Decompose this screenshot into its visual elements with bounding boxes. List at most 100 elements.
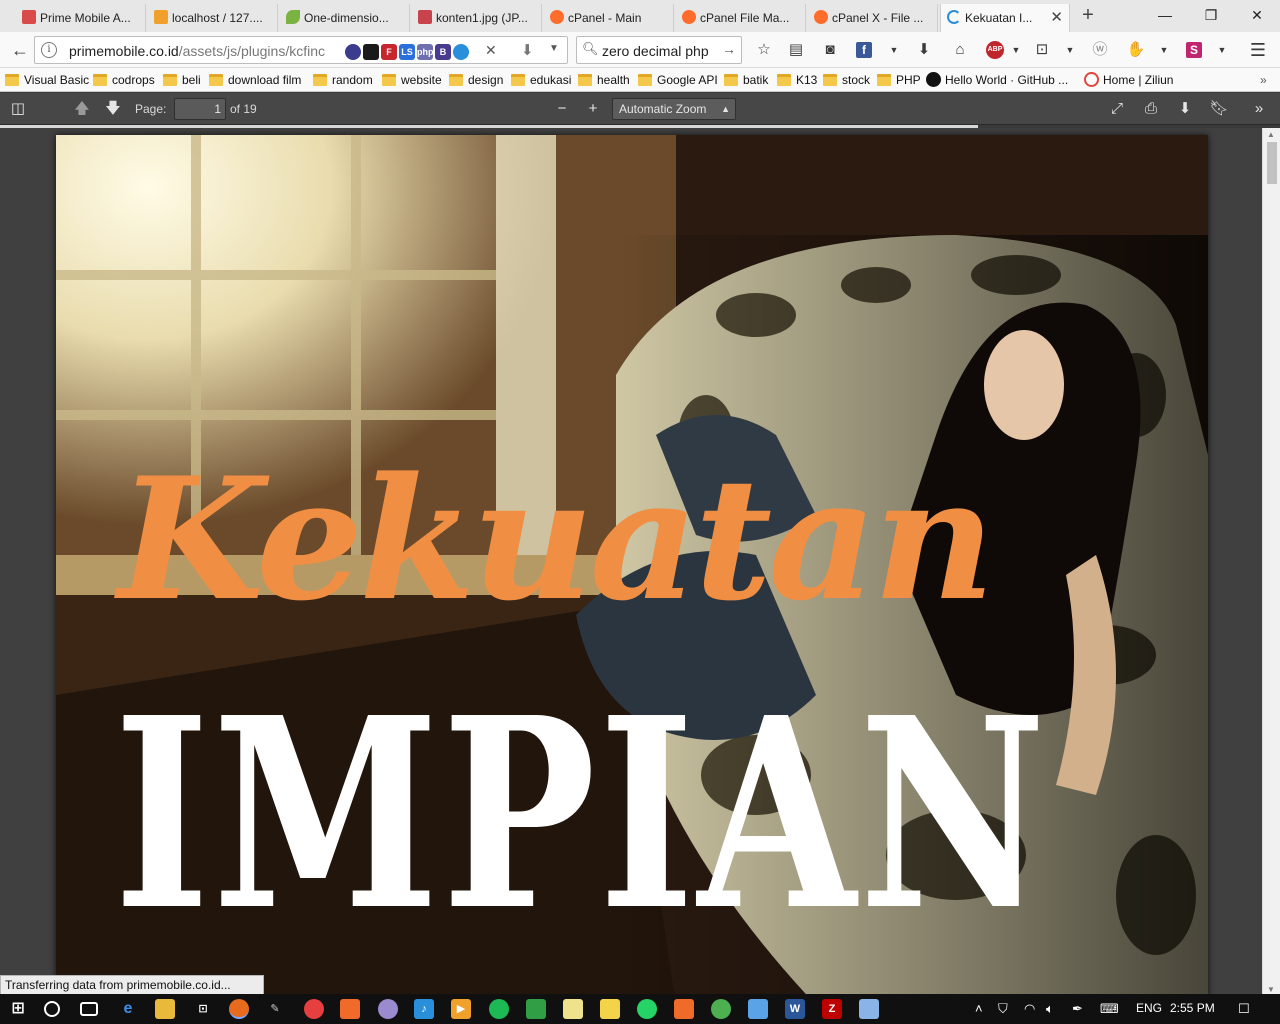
home-icon[interactable]: ⌂	[950, 40, 970, 60]
filezilla-icon[interactable]: Z	[822, 999, 842, 1019]
task-view-icon[interactable]	[80, 1002, 98, 1016]
volume-icon[interactable]: 🔈︎	[1046, 1001, 1054, 1017]
notepad-icon[interactable]	[563, 999, 583, 1019]
tab-localhost[interactable]: localhost / 127....	[148, 4, 278, 32]
print-icon[interactable]: ⎙	[1141, 99, 1161, 119]
bookmark-random[interactable]: random	[313, 72, 373, 88]
remote-desktop-icon[interactable]	[748, 999, 768, 1019]
bookmark-download-film[interactable]: download film	[209, 72, 301, 88]
hamburger-menu-icon[interactable]: ☰	[1248, 40, 1268, 60]
scroll-down-icon[interactable]: ▼	[1267, 985, 1275, 994]
firefox-icon[interactable]	[229, 999, 249, 1019]
search-bar[interactable]: 🔍︎ zero decimal php →	[576, 36, 742, 64]
purple-app-icon[interactable]	[378, 999, 398, 1019]
whatsapp-icon[interactable]	[637, 999, 657, 1019]
downloads-icon[interactable]: ⬇	[914, 40, 934, 60]
zoom-select[interactable]: Automatic Zoom ▲▼	[612, 98, 736, 134]
store-icon[interactable]: ⊡	[193, 999, 213, 1019]
adblock-dropdown-icon[interactable]: ▼	[1006, 40, 1026, 60]
xampp-icon[interactable]	[340, 999, 360, 1019]
close-window-button[interactable]: ✕	[1234, 2, 1280, 28]
clear-url-icon[interactable]: ✕	[485, 42, 497, 59]
defender-shield-icon[interactable]: ⛉	[998, 1001, 1008, 1017]
extension-bootstrap-icon[interactable]: B	[435, 44, 451, 60]
tray-expand-icon[interactable]: ˄	[975, 1001, 983, 1016]
facebook-icon[interactable]: f	[856, 42, 872, 58]
wifi-icon[interactable]: ◠	[1024, 1001, 1035, 1017]
bookmark-visual-basic[interactable]: Visual Basic	[5, 72, 89, 88]
crop-dropdown-icon[interactable]: ▼	[1060, 40, 1080, 60]
bookmark-design[interactable]: design	[449, 72, 503, 88]
url-dropdown-icon[interactable]: ▼	[549, 43, 559, 54]
music-app-icon[interactable]: ♪	[414, 999, 434, 1019]
bookmark-beli[interactable]: beli	[163, 72, 201, 88]
bookmark-health[interactable]: health	[578, 72, 630, 88]
reading-list-icon[interactable]: ▤	[786, 40, 806, 60]
s-extension-dropdown-icon[interactable]: ▼	[1212, 40, 1232, 60]
zoom-in-icon[interactable]: +	[583, 99, 603, 119]
url-bar[interactable]: i primemobile.co.id/assets/js/plugins/kc…	[34, 36, 568, 64]
close-tab-icon[interactable]: ✕	[1050, 8, 1063, 26]
media-player-icon[interactable]: ▶	[451, 999, 471, 1019]
extension-dropdown-icon[interactable]: ▼	[1154, 40, 1174, 60]
taskbar-clock[interactable]: 2:55 PM	[1170, 1001, 1215, 1015]
save-pdf-icon[interactable]: ⬇	[1175, 99, 1195, 119]
page-number-input[interactable]: 1	[174, 98, 226, 120]
wappalyzer-icon[interactable]: ⓦ	[1090, 40, 1110, 60]
new-tab-button[interactable]: +	[1078, 4, 1098, 28]
edge-icon[interactable]: e	[118, 999, 138, 1019]
bookmarks-overflow-icon[interactable]: »	[1260, 72, 1267, 88]
sidebar-toggle-icon[interactable]: ◫	[8, 99, 28, 119]
extension-globe-icon[interactable]	[345, 44, 361, 60]
previous-page-icon[interactable]: 🡅	[72, 99, 92, 119]
bookmark-batik[interactable]: batik	[724, 72, 768, 88]
scroll-up-icon[interactable]: ▲	[1267, 130, 1275, 139]
bookmark-website[interactable]: website	[382, 72, 442, 88]
screenshot-crop-icon[interactable]: ⊡	[1032, 40, 1052, 60]
presentation-mode-icon[interactable]: ⤢	[1107, 99, 1127, 119]
touch-keyboard-icon[interactable]: ⌨	[1100, 1001, 1119, 1017]
next-page-icon[interactable]: 🡇	[103, 99, 123, 119]
tab-cpanel-file-manager[interactable]: cPanel File Ma...	[676, 4, 806, 32]
back-arrow-icon[interactable]: ←	[10, 40, 30, 60]
search-input[interactable]: zero decimal php	[602, 43, 709, 59]
red-app-icon[interactable]	[304, 999, 324, 1019]
action-center-icon[interactable]: ☐	[1238, 1001, 1250, 1017]
tab-kekuatan-impian[interactable]: Kekuatan I... ✕	[940, 4, 1070, 32]
bookmark-codrops[interactable]: codrops	[93, 72, 155, 88]
restore-button[interactable]: ❐	[1188, 2, 1234, 28]
start-windows-icon[interactable]: ⊞	[8, 999, 28, 1019]
spotify-icon[interactable]	[489, 999, 509, 1019]
pen-workspace-icon[interactable]: ✒	[1072, 1001, 1083, 1017]
tab-cpanel-main[interactable]: cPanel - Main	[544, 4, 674, 32]
tab-cpanel-x-file[interactable]: cPanel X - File ...	[808, 4, 938, 32]
extension-moon-icon[interactable]	[453, 44, 469, 60]
bookmark-k13[interactable]: K13	[777, 72, 817, 88]
bookmark-hello-world-github[interactable]: Hello World · GitHub ...	[926, 72, 1068, 88]
chrome-icon[interactable]	[711, 999, 731, 1019]
extension-ls-icon[interactable]: LS	[399, 44, 415, 60]
tab-konten1-jpg[interactable]: konten1.jpg (JP...	[412, 4, 542, 32]
vertical-scrollbar[interactable]: ▲ ▼	[1262, 128, 1280, 996]
s-extension-icon[interactable]: S	[1186, 42, 1202, 58]
adblock-plus-icon[interactable]: ABP	[986, 41, 1004, 59]
bookmark-stock[interactable]: stock	[823, 72, 870, 88]
bookmark-google-api[interactable]: Google API	[638, 72, 718, 88]
language-indicator[interactable]: ENG	[1136, 1001, 1162, 1015]
word-icon[interactable]: W	[785, 999, 805, 1019]
extension-flag-icon[interactable]	[363, 44, 379, 60]
notes-app-icon[interactable]	[859, 999, 879, 1019]
search-go-arrow-icon[interactable]: →	[722, 41, 736, 57]
pen-tool-icon[interactable]: ✎	[265, 999, 285, 1019]
tools-overflow-icon[interactable]: »	[1249, 99, 1269, 119]
bookmark-home-ziliun[interactable]: Home | Ziliun	[1084, 72, 1173, 88]
sticky-notes-icon[interactable]	[600, 999, 620, 1019]
cortana-search-icon[interactable]	[44, 1001, 60, 1017]
scrollbar-thumb[interactable]	[1267, 142, 1277, 184]
bookmark-view-icon[interactable]: 🔖︎	[1209, 99, 1229, 119]
pocket-icon[interactable]: ◙	[820, 40, 840, 60]
pdf-viewer[interactable]: Kekuatan IMPIAN	[0, 128, 1262, 996]
download-arrow-icon[interactable]: ⬇	[521, 41, 534, 59]
extension-php-icon[interactable]: php	[417, 44, 434, 60]
url-text[interactable]: primemobile.co.id/assets/js/plugins/kcfi…	[69, 43, 327, 59]
